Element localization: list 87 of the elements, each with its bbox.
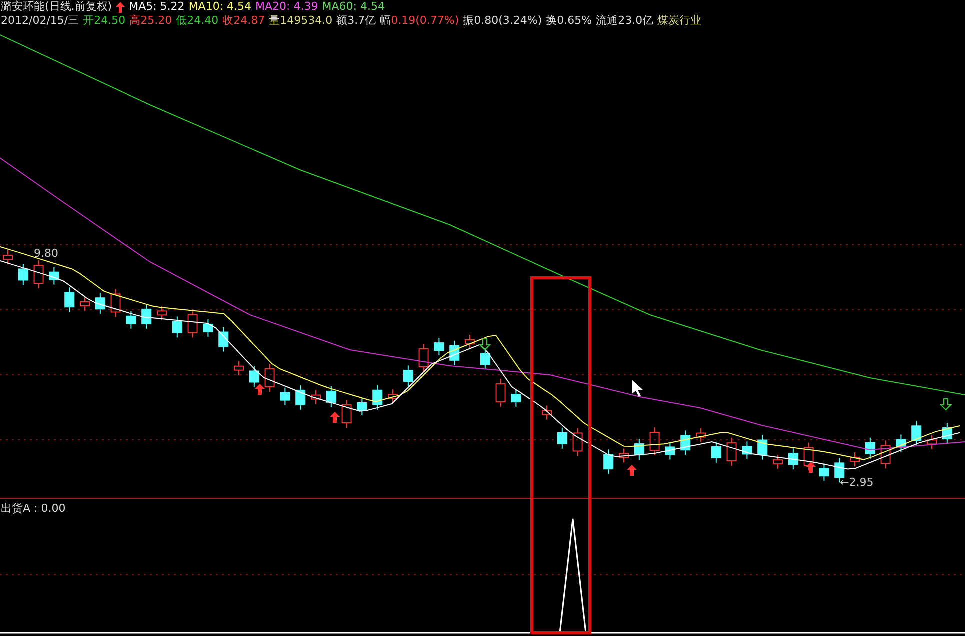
candlestick [680, 430, 691, 456]
candlestick [696, 428, 706, 443]
up-arrow-icon [806, 462, 816, 473]
quote-value: 额3.7亿 [336, 14, 376, 28]
candlestick [372, 384, 383, 410]
candlestick [942, 422, 952, 445]
candlestick [572, 428, 583, 457]
candlestick [142, 304, 152, 330]
candlestick [357, 398, 368, 416]
candlestick [110, 288, 121, 318]
candlestick [619, 448, 629, 464]
price-label: 9.80 [34, 247, 58, 260]
candlestick [788, 448, 798, 470]
candlestick [865, 437, 876, 460]
indicator-label: 出货A : 0.00 [1, 502, 66, 515]
candlestick [896, 434, 906, 453]
candlestick [465, 334, 475, 350]
candlestick [80, 296, 90, 312]
ma-legend-label: MA60: 4.54 [322, 0, 385, 14]
up-arrow-icon [330, 412, 340, 423]
candlestick [604, 449, 614, 475]
up-arrow-icon [627, 465, 637, 476]
down-arrow-icon [940, 398, 952, 411]
down-arrow-icon [478, 338, 492, 351]
candlestick [188, 309, 198, 338]
candlestick [172, 316, 182, 338]
candlestick [264, 363, 275, 392]
quote-value: 量149534.0 [269, 14, 333, 28]
quote-value: 高25.20 [130, 14, 172, 28]
candlestick [480, 348, 490, 370]
candlestick [342, 400, 352, 429]
candlestick [34, 260, 44, 290]
candlestick [418, 343, 429, 372]
candlestick [3, 250, 13, 265]
candlestick [18, 264, 28, 286]
candlestick [557, 427, 568, 450]
candlestick [912, 420, 922, 446]
candlestick [280, 387, 290, 406]
price-label: ←2.95 [840, 476, 874, 489]
quote-value: 振0.80(3.24%) [463, 14, 542, 28]
quote-value: 收24.87 [222, 14, 266, 28]
quote-value: 低24.40 [176, 14, 219, 28]
candlestick [742, 441, 752, 460]
quote-value: 流通23.0亿 [596, 14, 654, 28]
candlestick [711, 441, 722, 464]
ma-legend-label: MA5: 5.22 [129, 0, 185, 14]
quote-value: 开24.50 [83, 14, 126, 28]
candlestick [804, 442, 814, 472]
quote-value: 幅0.19(0.77%) [380, 14, 460, 28]
candlestick [773, 454, 783, 470]
candlestick [726, 438, 737, 467]
candlestick [927, 434, 937, 450]
up-arrow-icon [116, 2, 126, 12]
candlestick [64, 287, 75, 313]
candlestick [126, 310, 136, 330]
candlestick [434, 338, 444, 356]
candlestick [665, 442, 676, 460]
industry-label: 煤炭行业 [658, 14, 702, 28]
candlestick [496, 378, 506, 408]
candlestick [326, 386, 336, 408]
ma-legend-label: MA20: 4.39 [256, 0, 318, 14]
date-label: 2012/02/15/三 [1, 14, 80, 28]
candlestick [311, 390, 321, 405]
candlestick [542, 405, 552, 420]
candlestick [388, 389, 398, 404]
candlestick [819, 463, 830, 482]
candlestick [234, 360, 244, 376]
candlestick [450, 340, 460, 366]
candlestick [850, 452, 860, 467]
candlestick [49, 266, 60, 286]
mouse-pointer-icon [632, 380, 643, 397]
ma-legend-label: MA10: 4.54 [188, 0, 252, 14]
up-arrow-icon [255, 384, 265, 395]
candlestick [511, 389, 522, 408]
candlestick [296, 384, 306, 410]
candlestick [880, 440, 891, 470]
candlestick [634, 438, 644, 461]
candlestick [758, 434, 768, 460]
candlestick [218, 326, 229, 352]
quote-value: 换0.65% [546, 14, 592, 28]
candlestick [403, 365, 414, 388]
candlestick [203, 318, 214, 338]
candlestick [249, 366, 260, 388]
candlestick [95, 292, 106, 315]
stock-title: 潞安环能(日线.前复权) [1, 0, 112, 14]
candlestick [157, 306, 167, 321]
candlestick [650, 427, 660, 456]
